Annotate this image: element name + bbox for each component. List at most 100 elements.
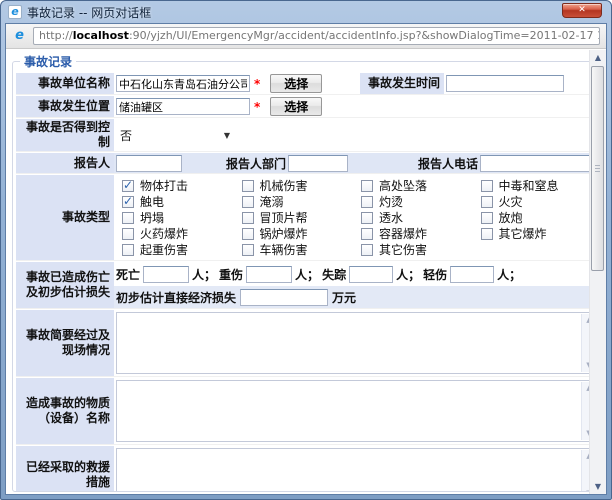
serious-input[interactable] <box>246 266 292 283</box>
occur-time-input[interactable] <box>446 75 564 92</box>
missing-input[interactable] <box>349 266 393 283</box>
accident-type-checkbox[interactable]: 容器爆炸 <box>361 226 481 241</box>
economic-loss-row: 初步估计直接经济损失 万元 <box>114 286 589 308</box>
economic-loss-input[interactable] <box>240 289 328 306</box>
url-scheme: http:// <box>39 29 73 42</box>
checkbox-icon[interactable] <box>242 212 254 224</box>
brief-label-line2: 现场情况 <box>62 343 110 358</box>
scroll-down-icon[interactable]: ▼ <box>582 427 589 440</box>
textarea-scrollbar[interactable]: ▲ ▼ <box>581 314 589 372</box>
row-casualties: 事故已造成伤亡 及初步估计损失 死亡 人； 重伤 人； 失踪 <box>16 262 589 309</box>
accident-record-fieldset: 事故记录 事故单位名称 * 选择 事故发生时间 <box>12 53 589 492</box>
death-input[interactable] <box>143 266 189 283</box>
main-scrollbar[interactable]: ▲ ▼ <box>589 50 606 494</box>
unit-name-select-button[interactable]: 选择 <box>270 74 322 93</box>
checkbox-label: 中毒和窒息 <box>499 177 559 194</box>
unit-name-cell: * 选择 <box>114 73 360 94</box>
checkbox-icon[interactable] <box>242 228 254 240</box>
reporter-label: 报告人 <box>16 153 114 173</box>
checkbox-icon[interactable] <box>242 244 254 256</box>
accident-type-checkbox[interactable]: 放炮 <box>481 210 590 225</box>
rescue-textarea[interactable]: ▲ ▼ <box>116 448 589 492</box>
checkbox-icon[interactable] <box>361 180 373 192</box>
accident-type-checkbox[interactable]: 中毒和窒息 <box>481 178 590 193</box>
checkbox-label: 灼烫 <box>379 193 403 210</box>
checkbox-icon[interactable] <box>122 196 134 208</box>
accident-type-checkbox[interactable]: 坍塌 <box>122 210 242 225</box>
checkbox-label: 火药爆炸 <box>140 225 188 242</box>
required-mark: * <box>252 100 262 114</box>
accident-type-checkbox[interactable]: 锅炉爆炸 <box>242 226 362 241</box>
scrollbar-up-icon[interactable]: ▲ <box>590 50 606 65</box>
scroll-down-icon[interactable]: ▼ <box>582 359 589 372</box>
accident-type-checkbox[interactable]: 火药爆炸 <box>122 226 242 241</box>
scroll-up-icon[interactable]: ▲ <box>582 450 589 463</box>
address-field[interactable]: http://localhost:90/yjzh/UI/EmergencyMgr… <box>33 27 600 45</box>
checkbox-label: 透水 <box>379 209 403 226</box>
scrollbar-thumb[interactable] <box>591 66 604 271</box>
reporter-dept-input[interactable] <box>288 155 348 172</box>
brief-textarea[interactable]: ▲ ▼ <box>116 312 589 374</box>
checkbox-icon[interactable] <box>361 228 373 240</box>
reporter-phone-input[interactable] <box>480 155 589 172</box>
location-select-button[interactable]: 选择 <box>270 97 322 116</box>
accident-type-checkbox[interactable]: 高处坠落 <box>361 178 481 193</box>
checkbox-label: 冒顶片帮 <box>260 209 308 226</box>
unit-name-input[interactable] <box>116 75 250 92</box>
scroll-down-icon[interactable]: ▼ <box>582 487 589 492</box>
scroll-up-icon[interactable]: ▲ <box>582 314 589 327</box>
close-button[interactable]: ✕ <box>562 3 602 18</box>
accident-type-checkbox[interactable]: 车辆伤害 <box>242 242 362 257</box>
checkbox-label: 坍塌 <box>140 209 164 226</box>
fieldset-legend: 事故记录 <box>20 53 76 70</box>
accident-type-checkbox[interactable]: 火灾 <box>481 194 590 209</box>
controlled-select[interactable]: 否 ▼ <box>116 126 234 144</box>
checkbox-label: 火灾 <box>499 193 523 210</box>
location-cell: * 选择 <box>114 96 589 117</box>
accident-type-checkbox[interactable]: 冒顶片帮 <box>242 210 362 225</box>
checkbox-icon[interactable] <box>242 196 254 208</box>
checkbox-icon[interactable] <box>242 180 254 192</box>
checkbox-icon[interactable] <box>481 228 493 240</box>
checkbox-icon[interactable] <box>122 180 134 192</box>
textarea-scrollbar[interactable]: ▲ ▼ <box>581 382 589 440</box>
checkbox-label: 锅炉爆炸 <box>260 225 308 242</box>
accident-type-checkbox[interactable]: 起重伤害 <box>122 242 242 257</box>
controlled-cell: 否 ▼ <box>114 119 589 151</box>
checkbox-icon[interactable] <box>361 212 373 224</box>
textarea-scrollbar[interactable]: ▲ ▼ <box>581 450 589 492</box>
brief-label: 事故简要经过及 现场情况 <box>16 310 114 376</box>
accident-type-checkbox[interactable]: 透水 <box>361 210 481 225</box>
occur-time-label: 事故发生时间 <box>360 73 444 94</box>
checkbox-icon[interactable] <box>361 244 373 256</box>
accident-type-checkbox[interactable]: 其它爆炸 <box>481 226 590 241</box>
economic-loss-unit: 万元 <box>332 289 356 306</box>
accident-type-checkbox[interactable]: 物体打击 <box>122 178 242 193</box>
scrollbar-down-icon[interactable]: ▼ <box>590 479 606 494</box>
accident-type-checkbox[interactable]: 其它伤害 <box>361 242 481 257</box>
material-label: 造成事故的物质 （设备）名称 <box>16 378 114 444</box>
accident-type-checkbox[interactable]: 淹溺 <box>242 194 362 209</box>
location-input[interactable] <box>116 98 250 115</box>
reporter-input[interactable] <box>116 155 182 172</box>
checkbox-icon[interactable] <box>122 244 134 256</box>
accident-type-checkbox[interactable]: 触电 <box>122 194 242 209</box>
accident-type-checkbox[interactable]: 灼烫 <box>361 194 481 209</box>
checkbox-label: 物体打击 <box>140 177 188 194</box>
material-label-line2: （设备）名称 <box>38 411 110 426</box>
reporter-cell: 报告人部门 报告人电话 <box>114 153 589 173</box>
checkbox-icon[interactable] <box>361 196 373 208</box>
checkbox-icon[interactable] <box>481 196 493 208</box>
checkbox-icon[interactable] <box>481 180 493 192</box>
checkbox-icon[interactable] <box>122 228 134 240</box>
casualty-counts-row: 死亡 人； 重伤 人； 失踪 人； 轻伤 <box>114 262 589 286</box>
scroll-up-icon[interactable]: ▲ <box>582 382 589 395</box>
casualties-label-line1: 事故已造成伤亡 <box>26 270 110 285</box>
checkbox-icon[interactable] <box>481 212 493 224</box>
material-textarea[interactable]: ▲ ▼ <box>116 380 589 442</box>
row-rescue: 已经采取的救援 措施 ▲ ▼ <box>16 446 589 492</box>
accident-type-checkbox[interactable]: 机械伤害 <box>242 178 362 193</box>
minor-input[interactable] <box>450 266 494 283</box>
checkbox-icon[interactable] <box>122 212 134 224</box>
title-bar[interactable]: e 事故记录 -- 网页对话框 ✕ <box>1 1 611 23</box>
